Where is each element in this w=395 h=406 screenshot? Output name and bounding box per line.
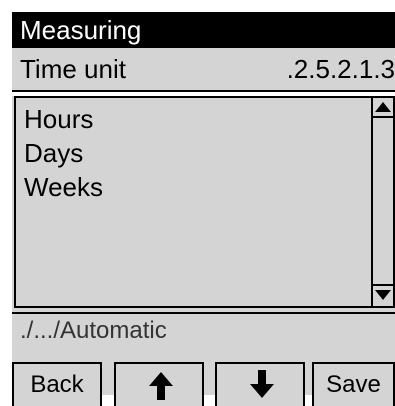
softkey-bar: Back Save bbox=[12, 348, 395, 406]
scroll-down-icon[interactable] bbox=[375, 290, 391, 300]
options-list: Hours Days Weeks bbox=[14, 96, 373, 308]
up-button[interactable] bbox=[114, 362, 204, 406]
arrow-up-icon bbox=[149, 372, 173, 400]
device-screen: Measuring Time unit .2.5.2.1.3 Hours Day… bbox=[12, 12, 395, 406]
scroll-down-divider bbox=[373, 284, 393, 286]
down-button[interactable] bbox=[215, 362, 305, 406]
save-button[interactable]: Save bbox=[312, 362, 395, 406]
menu-code: .2.5.2.1.3 bbox=[286, 54, 395, 84]
screen-title: Measuring bbox=[12, 12, 395, 48]
back-button[interactable]: Back bbox=[12, 362, 102, 406]
parameter-label: Time unit bbox=[20, 54, 126, 84]
list-scrollbar[interactable] bbox=[373, 96, 395, 308]
options-list-frame: Hours Days Weeks bbox=[12, 96, 395, 312]
list-item-days[interactable]: Days bbox=[16, 136, 371, 170]
list-item-hours[interactable]: Hours bbox=[16, 102, 371, 136]
scroll-up-icon[interactable] bbox=[375, 102, 391, 112]
arrow-down-icon bbox=[250, 370, 274, 398]
menu-path-bar: Time unit .2.5.2.1.3 bbox=[12, 48, 395, 92]
list-item-weeks[interactable]: Weeks bbox=[16, 170, 371, 204]
status-path: ./.../Automatic bbox=[12, 312, 395, 348]
scroll-up-divider bbox=[373, 116, 393, 118]
